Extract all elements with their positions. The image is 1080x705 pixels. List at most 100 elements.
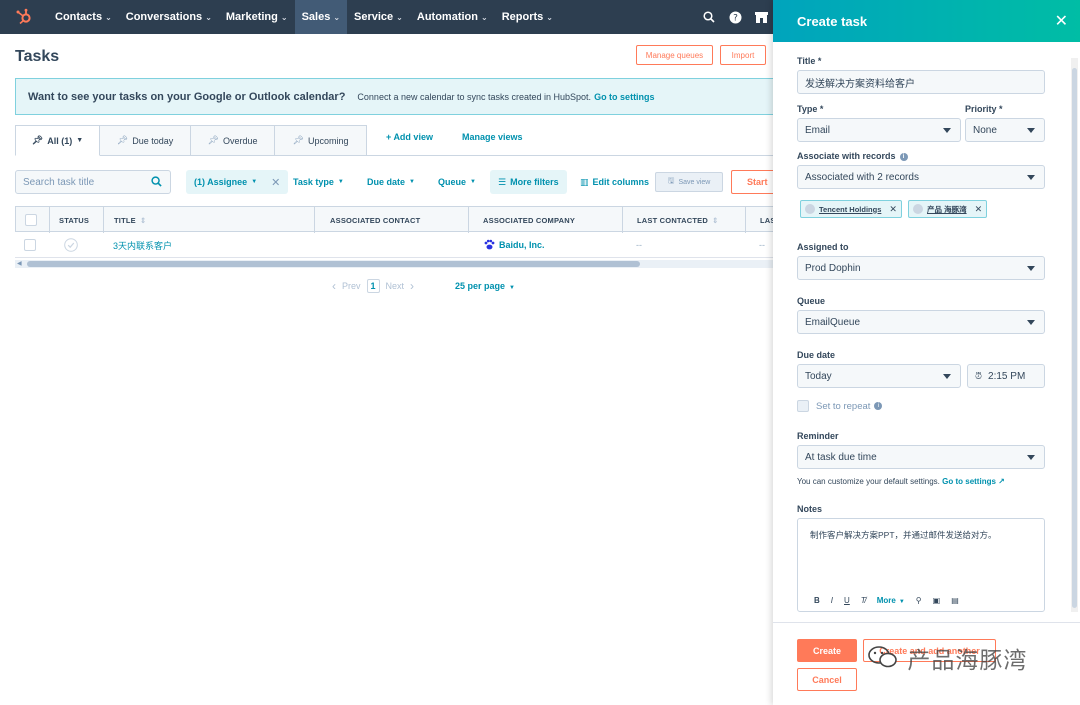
per-page-select[interactable]: 25 per page ▼ [455, 281, 515, 291]
status-complete-toggle[interactable] [64, 232, 78, 258]
task-title-link[interactable]: 3天内联系客户 [113, 232, 172, 258]
repeat-checkbox[interactable] [797, 400, 809, 412]
customize-text: You can customize your default settings. [797, 477, 940, 486]
column-associated-company[interactable]: ASSOCIATED COMPANY [483, 207, 575, 233]
due-date-filter[interactable]: Due date ▼ [367, 170, 415, 194]
chevron-right-icon[interactable]: › [410, 279, 414, 293]
scrollbar-thumb[interactable] [27, 261, 640, 267]
title-input[interactable]: 发送解决方案资料给客户 [797, 70, 1045, 94]
import-button[interactable]: Import [720, 45, 766, 65]
chevron-down-icon: ⌄ [280, 12, 288, 22]
tab-due-today[interactable]: 📌︎ Due today [100, 125, 191, 156]
tab-all[interactable]: 📌︎ All (1) ▼ [15, 125, 100, 156]
tab-overdue-label: Overdue [222, 135, 258, 146]
banner-settings-link[interactable]: Go to settings [594, 92, 655, 102]
priority-label: Priority * [965, 104, 1003, 114]
info-icon[interactable]: i [899, 152, 908, 161]
prev-page-button[interactable]: Prev [342, 281, 361, 291]
snippet-icon[interactable]: ▤ [951, 596, 959, 605]
current-page[interactable]: 1 [366, 279, 380, 293]
edit-columns-button[interactable]: ▥ Edit columns [580, 170, 649, 194]
save-view-label: Save view [678, 178, 711, 186]
due-date-label: Due date [367, 177, 406, 187]
due-date-select[interactable]: Today [797, 364, 961, 388]
next-page-button[interactable]: Next [386, 281, 405, 291]
panel-scrollbar[interactable] [1071, 58, 1078, 612]
chip-label[interactable]: Tencent Holdings [819, 205, 881, 214]
horizontal-scrollbar[interactable]: ◀ [15, 260, 773, 268]
queue-filter[interactable]: Queue ▼ [438, 170, 476, 194]
column-status[interactable]: STATUS [59, 207, 89, 233]
chip-label[interactable]: 产品 海豚湾 [927, 204, 967, 215]
scroll-left-icon[interactable]: ◀ [17, 260, 22, 267]
remove-chip-icon[interactable]: ✕ [975, 204, 983, 215]
company-name: Baidu, Inc. [499, 240, 545, 250]
assigned-to-select[interactable]: Prod Dophin [797, 256, 1045, 280]
info-icon[interactable]: i [874, 402, 883, 410]
add-view-button[interactable]: + Add view [386, 132, 433, 142]
search-icon[interactable] [701, 9, 717, 25]
caret-down-icon: ▼ [470, 179, 476, 185]
hubspot-logo-icon[interactable] [0, 0, 48, 34]
more-filters-button[interactable]: ☰ More filters [490, 170, 567, 194]
row-last: -- [759, 240, 765, 250]
underline-icon[interactable]: U [844, 596, 850, 605]
marketplace-icon[interactable] [753, 9, 769, 25]
search-input[interactable]: Search task title [15, 170, 171, 194]
clear-format-icon[interactable]: T̸ [861, 596, 866, 605]
company-link[interactable]: Baidu, Inc. [484, 232, 545, 258]
clear-filter-icon[interactable]: ✕ [271, 176, 280, 189]
row-last-contacted: -- [636, 240, 642, 250]
associate-records-select[interactable]: Associated with 2 records [797, 165, 1045, 189]
bold-icon[interactable]: B [814, 596, 820, 605]
close-icon[interactable]: ✕ [1055, 11, 1068, 31]
nav-reports[interactable]: Reports ⌄ [495, 0, 560, 34]
contact-avatar-icon [913, 204, 923, 214]
task-type-filter[interactable]: Task type ▼ [293, 170, 344, 194]
remove-chip-icon[interactable]: ✕ [889, 204, 897, 215]
nav-service[interactable]: Service ⌄ [347, 0, 410, 34]
tab-upcoming[interactable]: 📌︎ Upcoming [275, 125, 367, 156]
nav-marketing[interactable]: Marketing ⌄ [219, 0, 295, 34]
due-time-input[interactable]: ⏰︎ 2:15 PM [967, 364, 1045, 388]
more-formatting-button[interactable]: More ▼ [877, 596, 905, 605]
type-select[interactable]: Email [797, 118, 961, 142]
manage-views-link[interactable]: Manage views [462, 132, 523, 142]
notes-editor[interactable]: 制作客户解决方案PPT，并通过邮件发送给对方。 B I U T̸ More ▼ ⚲… [797, 518, 1045, 612]
priority-select[interactable]: None [965, 118, 1045, 142]
nav-automation[interactable]: Automation ⌄ [410, 0, 495, 34]
customize-note: You can customize your default settings.… [797, 477, 1005, 486]
column-title[interactable]: TITLE ⇕ [114, 207, 146, 233]
save-view-button[interactable]: 🖫︎ Save view [655, 172, 723, 192]
cancel-button[interactable]: Cancel [797, 668, 857, 691]
manage-queues-button[interactable]: Manage queues [636, 45, 713, 65]
italic-icon[interactable]: I [831, 596, 833, 605]
reminder-select[interactable]: At task due time [797, 445, 1045, 469]
image-icon[interactable]: ▣ [933, 596, 941, 605]
column-last-contacted[interactable]: LAST CONTACTED ⇕ [637, 207, 718, 233]
tab-overdue[interactable]: 📌︎ Overdue [191, 125, 275, 156]
caret-down-icon [1027, 455, 1035, 460]
customize-settings-link[interactable]: Go to settings ↗ [942, 477, 1005, 486]
queue-select[interactable]: EmailQueue [797, 310, 1045, 334]
row-checkbox[interactable] [24, 232, 36, 258]
link-icon[interactable]: ⚲ [916, 596, 922, 605]
select-all-checkbox[interactable] [25, 207, 37, 233]
nav-contacts[interactable]: Contacts ⌄ [48, 0, 119, 34]
columns-icon: ▥ [580, 176, 589, 187]
assigned-value: Prod Dophin [805, 262, 861, 274]
notes-text: 制作客户解决方案PPT，并通过邮件发送给对方。 [810, 530, 997, 540]
panel-scrollbar-thumb[interactable] [1072, 68, 1077, 608]
edit-columns-label: Edit columns [592, 177, 650, 187]
due-date-label: Due date [797, 350, 836, 360]
nav-conversations[interactable]: Conversations ⌄ [119, 0, 219, 34]
create-button[interactable]: Create [797, 639, 857, 662]
help-icon[interactable]: ? [727, 9, 743, 25]
column-title-label: TITLE [114, 215, 136, 225]
column-associated-contact[interactable]: ASSOCIATED CONTACT [330, 207, 420, 233]
nav-sales[interactable]: Sales ⌄ [294, 0, 348, 34]
assignee-filter[interactable]: (1) Assignee ▼ ✕ [186, 170, 289, 194]
chevron-left-icon[interactable]: ‹ [332, 279, 336, 293]
more-label: More [876, 596, 896, 605]
pin-icon: 📌︎ [116, 135, 129, 145]
